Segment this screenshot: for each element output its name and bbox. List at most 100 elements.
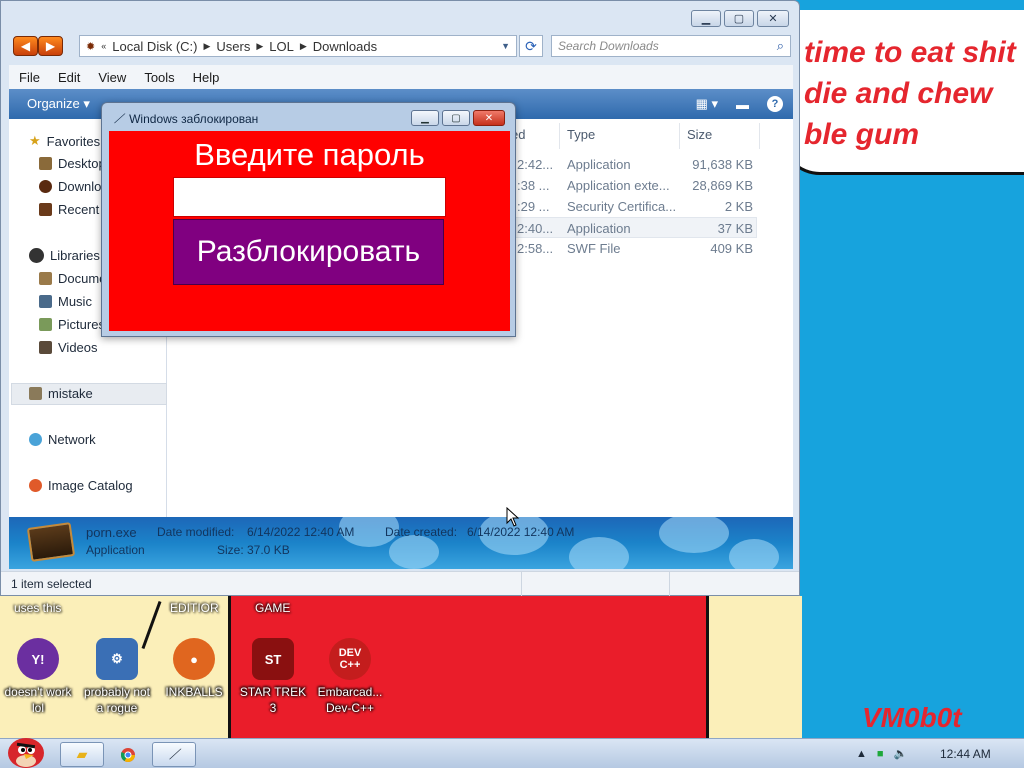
decor-bubble [569, 537, 629, 569]
view-options-icon[interactable]: ▦ ▾ [696, 96, 718, 112]
lock-dialog: ⟋ Windows заблокирован ▁ ▢ ✕ Введите пар… [101, 102, 516, 337]
nav-libraries[interactable]: Libraries [29, 248, 100, 263]
nav-label: Desktop [58, 156, 106, 171]
details-file-name: porn.exe [86, 525, 137, 540]
application-file-icon [26, 522, 76, 562]
chrome-icon [120, 747, 135, 762]
system-tray: ▲ ■ 🔈 [856, 747, 908, 761]
password-input[interactable] [173, 177, 446, 217]
nav-item-music[interactable]: Music [39, 294, 92, 309]
menu-view[interactable]: View [98, 70, 126, 85]
nav-label: Music [58, 294, 92, 309]
column-divider [559, 123, 560, 149]
nav-label: Videos [58, 340, 98, 355]
desktop-icon-star-trek[interactable]: ST STAR TREK 3 [235, 638, 311, 716]
network-icon [29, 433, 42, 446]
pictures-icon [39, 318, 52, 331]
taskbar-locker-button[interactable]: ⟋ [152, 742, 196, 767]
menu-bar: File Edit View Tools Help [9, 65, 793, 89]
desktop-icon-dev-cpp[interactable]: DEV C++ Embarcad... Dev-C++ [312, 638, 388, 716]
forward-button[interactable]: ▶ [38, 36, 63, 56]
unlock-button[interactable]: Разблокировать [173, 219, 444, 285]
recent-places-icon [39, 203, 52, 216]
breadcrumb-item[interactable]: Users [216, 39, 250, 54]
lock-dialog-body: Введите пароль Разблокировать [109, 131, 510, 331]
decor-bubble [659, 517, 729, 553]
dev-cpp-icon: DEV C++ [329, 638, 371, 680]
menu-file[interactable]: File [19, 70, 40, 85]
address-dropdown-icon[interactable]: ▼ [501, 41, 510, 51]
breadcrumb-item[interactable]: LOL [269, 39, 294, 54]
nav-label: Network [48, 432, 96, 447]
breadcrumb-separator-icon[interactable]: ▶ [203, 41, 210, 52]
address-bar[interactable]: ✹ « Local Disk (C:) ▶ Users ▶ LOL ▶ Down… [79, 35, 517, 57]
desktop-icon-rogue[interactable]: ⚙ probably not a rogue [79, 638, 155, 716]
star-trek-icon: ST [252, 638, 294, 680]
nav-item-desktop[interactable]: Desktop [39, 156, 106, 171]
start-button-angry-bird-icon[interactable] [4, 731, 46, 768]
organize-button[interactable]: Organize ▾ [27, 96, 90, 112]
search-input[interactable]: Search Downloads ⌕ [551, 35, 791, 57]
organize-label: Organize [27, 96, 80, 111]
refresh-icon[interactable]: ⟳ [519, 35, 543, 57]
details-file-kind: Application [86, 543, 145, 557]
cell-type: Application [567, 157, 631, 172]
status-divider [521, 572, 522, 596]
wallpaper-bubble-text: time to eat shit die and chew ble gum [804, 32, 1024, 155]
documents-icon [39, 272, 52, 285]
lock-dialog-titlebar[interactable]: ⟋ Windows заблокирован [114, 111, 258, 127]
explorer-caption-buttons: ▁ ▢ ✕ [691, 10, 789, 27]
cell-modified: 2:42... [517, 157, 554, 172]
mouse-cursor-icon [506, 507, 520, 527]
column-header-type[interactable]: Type [567, 127, 595, 142]
cell-type: Application exte... [567, 178, 670, 193]
nav-image-catalog[interactable]: Image Catalog [29, 478, 133, 493]
back-button[interactable]: ◀ [13, 36, 38, 56]
nav-item-mistake[interactable]: mistake [29, 386, 93, 401]
close-button[interactable]: ✕ [757, 10, 789, 27]
cell-modified: :29 ... [517, 199, 550, 214]
desktop-icon-yahoo[interactable]: Y! doesn't work lol [0, 638, 76, 716]
breadcrumb-item[interactable]: Downloads [313, 39, 377, 54]
nav-network[interactable]: Network [29, 432, 96, 447]
breadcrumb-overflow-icon: « [101, 41, 107, 51]
menu-help[interactable]: Help [193, 70, 220, 85]
breadcrumb-item[interactable]: Local Disk (C:) [112, 39, 197, 54]
preview-pane-icon[interactable]: ▬ [736, 97, 749, 112]
desktop-icon-label: Embarcad... Dev-C++ [317, 685, 383, 715]
music-icon [39, 295, 52, 308]
details-pane: porn.exe Application Date modified: 6/14… [9, 517, 793, 569]
taskbar-chrome-button[interactable] [106, 742, 150, 767]
desktop-icon-inkballs[interactable]: ● INKBALLS [156, 638, 232, 700]
menu-tools[interactable]: Tools [144, 70, 174, 85]
lock-minimize-button[interactable]: ▁ [411, 110, 439, 126]
nav-label: Libraries [50, 248, 100, 263]
minimize-button[interactable]: ▁ [691, 10, 721, 27]
menu-edit[interactable]: Edit [58, 70, 80, 85]
homegroup-icon [29, 387, 42, 400]
nav-favorites[interactable]: ★ Favorites [29, 133, 100, 149]
cell-size: 2 KB [724, 199, 753, 214]
nav-item-videos[interactable]: Videos [39, 340, 98, 355]
volume-icon[interactable]: 🔈 [894, 747, 908, 760]
wallpaper-cream-panel-right [706, 596, 802, 738]
show-hidden-icons-icon[interactable]: ▲ [856, 748, 867, 760]
help-icon[interactable]: ? [767, 96, 783, 112]
bubble-line: time to eat shit [804, 36, 1016, 69]
search-icon[interactable]: ⌕ [777, 38, 784, 54]
breadcrumb-separator-icon[interactable]: ▶ [256, 41, 263, 52]
nav-item-pictures[interactable]: Pictures [39, 317, 105, 332]
lock-maximize-button[interactable]: ▢ [442, 110, 470, 126]
lock-dialog-title: Windows заблокирован [129, 112, 259, 126]
taskbar-clock[interactable]: 12:44 AM [940, 747, 991, 761]
network-status-icon[interactable]: ■ [877, 748, 884, 760]
taskbar-explorer-button[interactable]: ▰ [60, 742, 104, 767]
column-header-size[interactable]: Size [687, 127, 712, 142]
maximize-button[interactable]: ▢ [724, 10, 754, 27]
breadcrumb-separator-icon[interactable]: ▶ [300, 41, 307, 52]
yahoo-icon: Y! [17, 638, 59, 680]
status-bar: 1 item selected [1, 571, 799, 596]
taskbar: ▰ ⟋ ▲ ■ 🔈 12:44 AM [0, 738, 1024, 768]
lock-close-button[interactable]: ✕ [473, 110, 505, 126]
libraries-icon [29, 248, 44, 263]
